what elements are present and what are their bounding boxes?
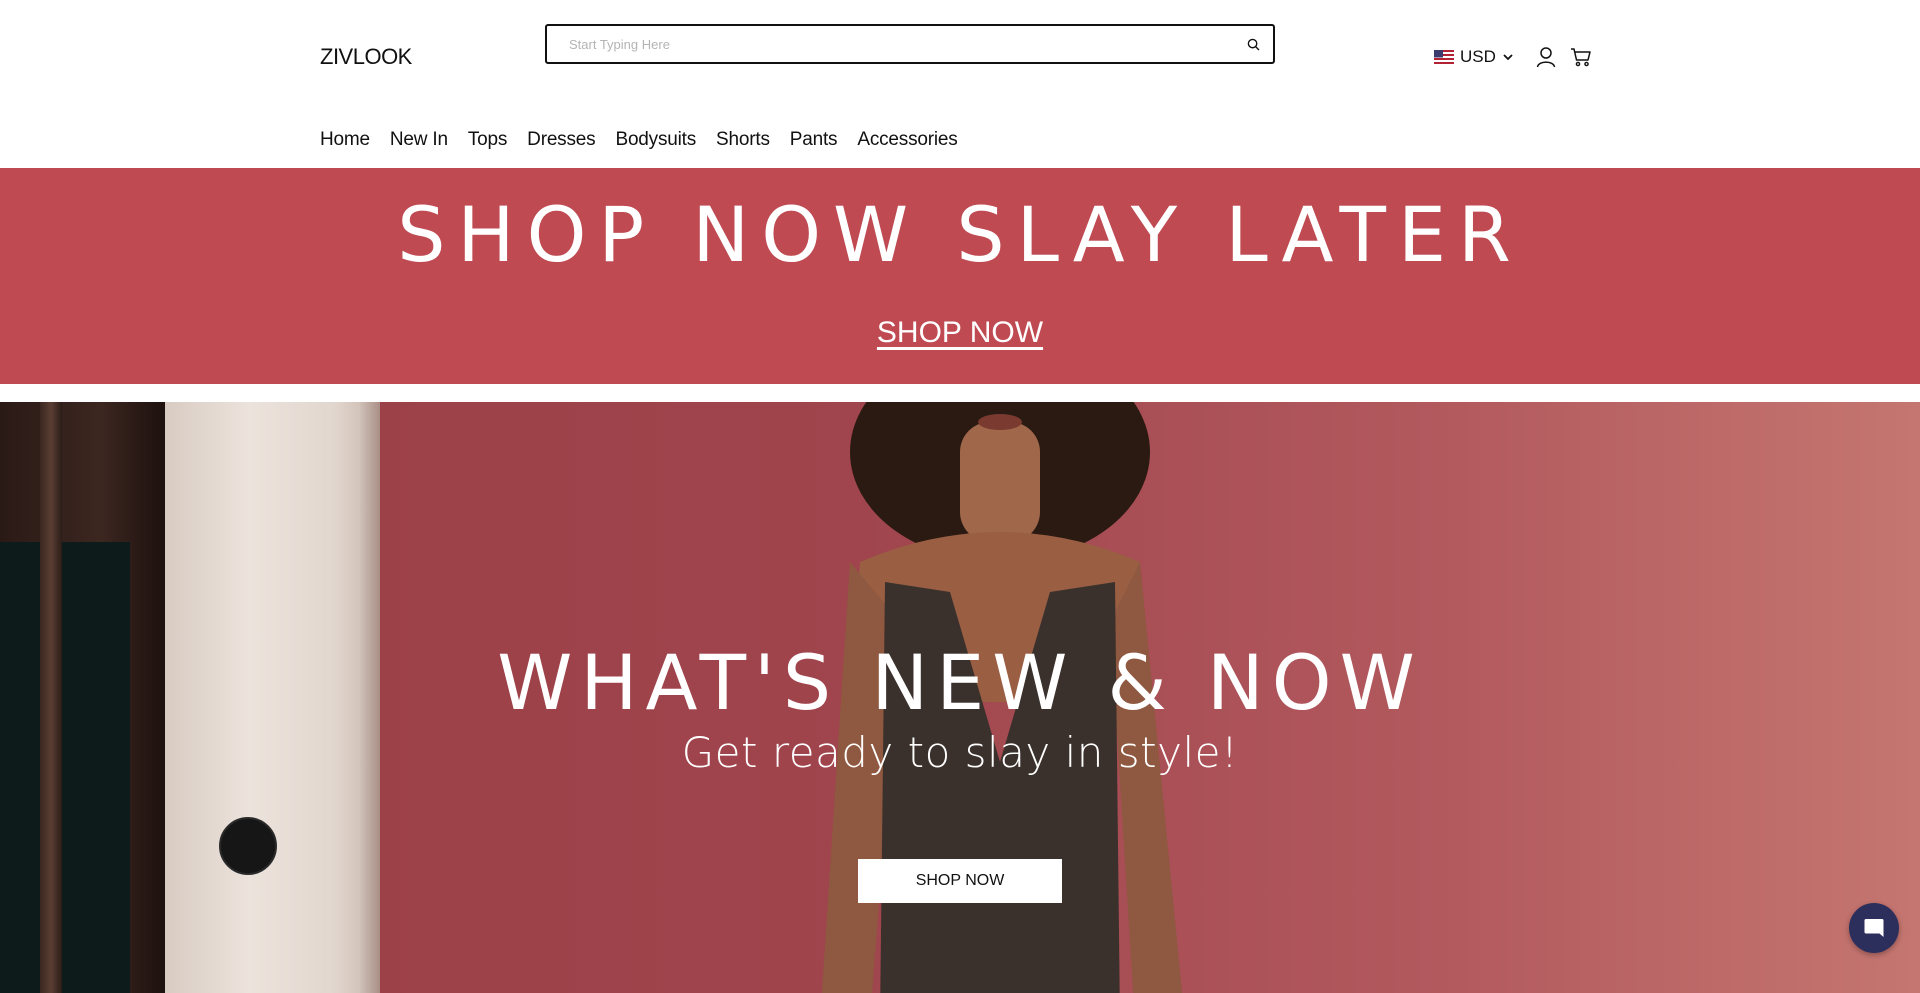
search-bar [545, 24, 1275, 64]
nav-item-accessories[interactable]: Accessories [857, 129, 957, 151]
cart-icon[interactable] [1570, 46, 1592, 68]
nav-item-dresses[interactable]: Dresses [527, 129, 595, 151]
promo-title: SHOP NOW SLAY LATER [397, 190, 1523, 279]
currency-label: USD [1460, 47, 1496, 66]
hero-title: WHAT'S NEW & NOW [497, 638, 1423, 727]
user-icon[interactable] [1535, 46, 1557, 68]
promo-link-wrap: SHOP NOW [0, 316, 1920, 350]
hero-banner: WHAT'S NEW & NOW Get ready to slay in st… [0, 402, 1920, 993]
search-icon[interactable] [1233, 26, 1273, 62]
promo-banner: SHOP NOW SLAY LATER SHOP NOW [0, 168, 1920, 384]
hero-shop-now-button[interactable]: SHOP NOW [858, 859, 1062, 903]
chat-bubble-icon [1864, 919, 1884, 937]
currency-selector[interactable]: USD [1434, 46, 1514, 68]
nav-item-new-in[interactable]: New In [390, 129, 448, 151]
chevron-down-icon [1503, 54, 1513, 61]
nav-item-pants[interactable]: Pants [790, 129, 838, 151]
nav-item-tops[interactable]: Tops [468, 129, 508, 151]
us-flag-icon [1434, 50, 1454, 64]
hero-subtitle: Get ready to slay in style! [681, 728, 1239, 777]
nav-item-bodysuits[interactable]: Bodysuits [615, 129, 696, 151]
wall-sticker [219, 817, 277, 875]
main-nav: Home New In Tops Dresses Bodysuits Short… [320, 129, 978, 151]
promo-shop-now-link[interactable]: SHOP NOW [877, 316, 1043, 349]
site-logo[interactable]: ZIVLOOK [320, 44, 412, 70]
nav-item-shorts[interactable]: Shorts [716, 129, 770, 151]
chat-widget-button[interactable] [1849, 903, 1899, 953]
search-input[interactable] [547, 26, 1233, 62]
nav-item-home[interactable]: Home [320, 129, 370, 151]
site-header: ZIVLOOK USD [0, 0, 1920, 167]
